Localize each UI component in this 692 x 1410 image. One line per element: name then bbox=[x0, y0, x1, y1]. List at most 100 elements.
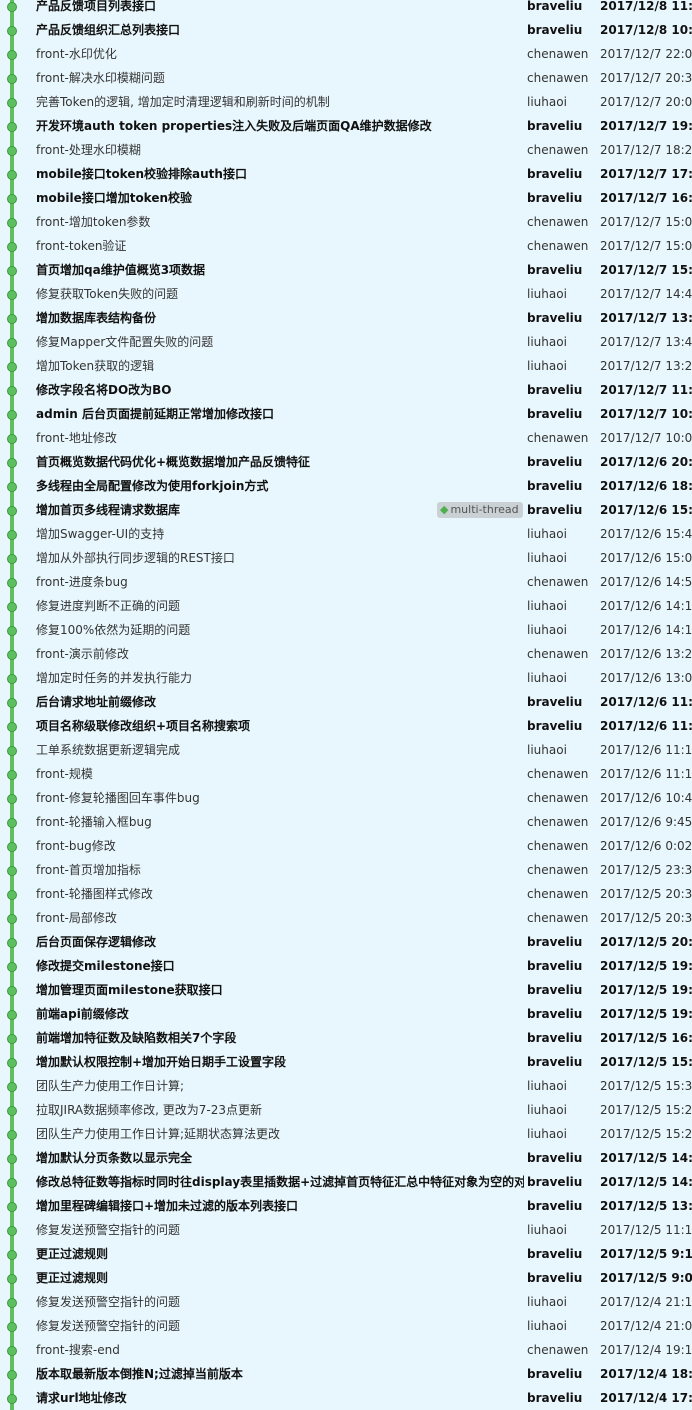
commit-row[interactable]: 增加默认权限控制+增加开始日期手工设置字段 braveliu 2017/12/5 1… bbox=[0, 1050, 692, 1074]
commit-row[interactable]: 增加从外部执行同步逻辑的REST接口 liuhaoi 2017/12/6 15:07 bbox=[0, 546, 692, 570]
commit-author: chenawen bbox=[527, 239, 589, 253]
commit-date: 2017/12/5 14:19 bbox=[600, 1175, 692, 1189]
commit-row[interactable]: 修复100%依然为延期的问题 liuhaoi 2017/12/6 14:13 bbox=[0, 618, 692, 642]
commit-node-icon bbox=[7, 74, 17, 84]
commit-message: 更正过滤规则 bbox=[36, 1247, 109, 1261]
commit-date: 2017/12/5 13:19 bbox=[600, 1199, 692, 1213]
commit-message: 修复100%依然为延期的问题 bbox=[36, 623, 191, 637]
commit-node-icon bbox=[7, 818, 17, 828]
commit-row[interactable]: 增加管理页面milestone获取接口 braveliu 2017/12/5 19:… bbox=[0, 978, 692, 1002]
commit-row[interactable]: 团队生产力使用工作日计算; liuhaoi 2017/12/5 15:35 bbox=[0, 1074, 692, 1098]
commit-row[interactable]: 后台请求地址前缀修改 braveliu 2017/12/6 11:34 bbox=[0, 690, 692, 714]
commit-row[interactable]: 修复发送预警空指针的问题 liuhaoi 2017/12/5 11:11 bbox=[0, 1218, 692, 1242]
commit-message: front-修复轮播图回车事件bug bbox=[36, 791, 200, 805]
commit-row[interactable]: 前端增加特征数及缺陷数相关7个字段 braveliu 2017/12/5 16:55 bbox=[0, 1026, 692, 1050]
commit-row[interactable]: 修复发送预警空指针的问题 liuhaoi 2017/12/4 21:10 bbox=[0, 1290, 692, 1314]
commit-row[interactable]: 增加Token获取的逻辑 liuhaoi 2017/12/7 13:22 bbox=[0, 354, 692, 378]
commit-row[interactable]: 增加数据库表结构备份 braveliu 2017/12/7 13:47 bbox=[0, 306, 692, 330]
commit-row[interactable]: 产品反馈组织汇总列表接口 braveliu 2017/12/8 10:52 bbox=[0, 18, 692, 42]
commit-date: 2017/12/6 0:02 bbox=[600, 839, 692, 853]
commit-author: braveliu bbox=[527, 263, 583, 277]
commit-row[interactable]: front-解决水印模糊问题 chenawen 2017/12/7 20:32 bbox=[0, 66, 692, 90]
commit-node-icon bbox=[7, 1322, 17, 1332]
commit-row[interactable]: front-bug修改 chenawen 2017/12/6 0:02 bbox=[0, 834, 692, 858]
commit-row[interactable]: mobile接口token校验排除auth接口 braveliu 2017/12/7… bbox=[0, 162, 692, 186]
commit-row[interactable]: 更正过滤规则 braveliu 2017/12/5 9:17 bbox=[0, 1242, 692, 1266]
commit-row[interactable]: 增加默认分页条数以显示完全 braveliu 2017/12/5 14:30 bbox=[0, 1146, 692, 1170]
commit-row[interactable]: front-修复轮播图回车事件bug chenawen 2017/12/6 10:4… bbox=[0, 786, 692, 810]
commit-row[interactable]: front-水印优化 chenawen 2017/12/7 22:06 bbox=[0, 42, 692, 66]
commit-node-icon bbox=[7, 578, 17, 588]
commit-row[interactable]: 更正过滤规则 braveliu 2017/12/5 9:06 bbox=[0, 1266, 692, 1290]
commit-row[interactable]: 修改字段名将DO改为BO braveliu 2017/12/7 11:32 bbox=[0, 378, 692, 402]
commit-row[interactable]: 增加定时任务的并发执行能力 liuhaoi 2017/12/6 13:06 bbox=[0, 666, 692, 690]
commit-row[interactable]: 修复Mapper文件配置失败的问题 liuhaoi 2017/12/7 13:41 bbox=[0, 330, 692, 354]
commit-node-icon bbox=[7, 434, 17, 444]
commit-row[interactable]: front-轮播图样式修改 chenawen 2017/12/5 20:34 bbox=[0, 882, 692, 906]
commit-row[interactable]: 首页增加qa维护值概览3项数据 braveliu 2017/12/7 15:00 bbox=[0, 258, 692, 282]
commit-row[interactable]: 增加里程碑编辑接口+增加未过滤的版本列表接口 braveliu 2017/12/5 … bbox=[0, 1194, 692, 1218]
commit-row[interactable]: 工单系统数据更新逻辑完成 liuhaoi 2017/12/6 11:18 bbox=[0, 738, 692, 762]
commit-node-icon bbox=[7, 242, 17, 252]
commit-author: braveliu bbox=[527, 479, 583, 493]
commit-row[interactable]: 修复获取Token失败的问题 liuhaoi 2017/12/7 14:46 bbox=[0, 282, 692, 306]
commit-row[interactable]: front-规模 chenawen 2017/12/6 11:17 bbox=[0, 762, 692, 786]
commit-row[interactable]: 产品反馈项目列表接口 braveliu 2017/12/8 11:23 bbox=[0, 0, 692, 18]
commit-row[interactable]: 版本取最新版本倒推N;过滤掉当前版本 braveliu 2017/12/4 18:1… bbox=[0, 1362, 692, 1386]
commit-date: 2017/12/8 10:52 bbox=[600, 23, 692, 37]
commit-row[interactable]: front-局部修改 chenawen 2017/12/5 20:33 bbox=[0, 906, 692, 930]
commit-row[interactable]: front-增加token参数 chenawen 2017/12/7 15:09 bbox=[0, 210, 692, 234]
commit-node-icon bbox=[7, 890, 17, 900]
commit-row[interactable]: 增加Swagger-UI的支持 liuhaoi 2017/12/6 15:40 bbox=[0, 522, 692, 546]
commit-row[interactable]: front-演示前修改 chenawen 2017/12/6 13:29 bbox=[0, 642, 692, 666]
commit-row[interactable]: front-token验证 chenawen 2017/12/7 15:04 bbox=[0, 234, 692, 258]
commit-row[interactable]: 多线程由全局配置修改为使用forkjoin方式 braveliu 2017/12/6… bbox=[0, 474, 692, 498]
commit-row[interactable]: 首页概览数据代码优化+概览数据增加产品反馈特征 braveliu 2017/12/6… bbox=[0, 450, 692, 474]
commit-node-icon bbox=[7, 554, 17, 564]
commit-date: 2017/12/5 14:30 bbox=[600, 1151, 692, 1165]
commit-message: 增加Swagger-UI的支持 bbox=[36, 527, 165, 541]
tag-icon: ◆ bbox=[440, 503, 449, 516]
commit-row[interactable]: 修改总特征数等指标时同时往display表里插数据+过滤掉首页特征汇总中特征对象… bbox=[0, 1170, 692, 1194]
commit-node-icon bbox=[7, 1106, 17, 1116]
commit-row[interactable]: front-搜索-end chenawen 2017/12/4 19:17 bbox=[0, 1338, 692, 1362]
commit-message: 首页概览数据代码优化+概览数据增加产品反馈特征 bbox=[36, 455, 311, 469]
commit-author: liuhaoi bbox=[527, 1103, 567, 1117]
commit-row[interactable]: admin 后台页面提前延期正常增加修改接口 braveliu 2017/12/7 … bbox=[0, 402, 692, 426]
commit-row[interactable]: front-进度条bug chenawen 2017/12/6 14:55 bbox=[0, 570, 692, 594]
commit-node-icon bbox=[7, 674, 17, 684]
commit-row[interactable]: mobile接口增加token校验 braveliu 2017/12/7 16:53 bbox=[0, 186, 692, 210]
commit-row[interactable]: 修复进度判断不正确的问题 liuhaoi 2017/12/6 14:15 bbox=[0, 594, 692, 618]
commit-row[interactable]: 开发环境auth token properties注入失败及后端页面QA维护数据… bbox=[0, 114, 692, 138]
commit-row[interactable]: front-轮播输入框bug chenawen 2017/12/6 9:45 bbox=[0, 810, 692, 834]
commit-row[interactable]: 修复发送预警空指针的问题 liuhaoi 2017/12/4 21:09 bbox=[0, 1314, 692, 1338]
commit-date: 2017/12/6 14:55 bbox=[600, 575, 692, 589]
commit-date: 2017/12/7 18:22 bbox=[600, 143, 692, 157]
branch-tag-label: multi-thread bbox=[450, 503, 519, 516]
commit-message: 请求url地址修改 bbox=[36, 1391, 127, 1405]
commit-row[interactable]: 修改提交milestone接口 braveliu 2017/12/5 19:50 bbox=[0, 954, 692, 978]
commit-row[interactable]: 后台页面保存逻辑修改 braveliu 2017/12/5 20:14 bbox=[0, 930, 692, 954]
commit-node-icon bbox=[7, 26, 17, 36]
commit-row[interactable]: front-处理水印模糊 chenawen 2017/12/7 18:22 bbox=[0, 138, 692, 162]
commit-row[interactable]: 前端api前缀修改 braveliu 2017/12/5 19:14 bbox=[0, 1002, 692, 1026]
commit-node-icon bbox=[7, 962, 17, 972]
commit-date: 2017/12/7 19:25 bbox=[600, 119, 692, 133]
commit-date: 2017/12/5 9:06 bbox=[600, 1271, 692, 1285]
commit-row[interactable]: 增加首页多线程请求数据库 ◆ multi-thread braveliu 2017/12… bbox=[0, 498, 692, 522]
commit-row[interactable]: 完善Token的逻辑, 增加定时清理逻辑和刷新时间的机制 liuhaoi 2017/… bbox=[0, 90, 692, 114]
commit-row[interactable]: 拉取JIRA数据频率修改, 更改为7-23点更新 liuhaoi 2017/12/5… bbox=[0, 1098, 692, 1122]
commit-row[interactable]: 团队生产力使用工作日计算;延期状态算法更改 liuhaoi 2017/12/5 15… bbox=[0, 1122, 692, 1146]
commit-message: 修复获取Token失败的问题 bbox=[36, 287, 179, 301]
commit-message: 增加Token获取的逻辑 bbox=[36, 359, 155, 373]
branch-tag[interactable]: ◆ multi-thread bbox=[437, 502, 523, 518]
commit-message: 更正过滤规则 bbox=[36, 1271, 109, 1285]
commit-row[interactable]: 请求url地址修改 braveliu 2017/12/4 17:54 bbox=[0, 1386, 692, 1410]
commit-author: braveliu bbox=[527, 1007, 583, 1021]
commit-author: chenawen bbox=[527, 887, 589, 901]
commit-date: 2017/12/6 11:32 bbox=[600, 719, 692, 733]
commit-row[interactable]: front-首页增加指标 chenawen 2017/12/5 23:35 bbox=[0, 858, 692, 882]
commit-row[interactable]: 项目名称级联修改组织+项目名称搜索项 braveliu 2017/12/6 11:3… bbox=[0, 714, 692, 738]
commit-row[interactable]: front-地址修改 chenawen 2017/12/7 10:02 bbox=[0, 426, 692, 450]
commit-date: 2017/12/7 15:00 bbox=[600, 263, 692, 277]
